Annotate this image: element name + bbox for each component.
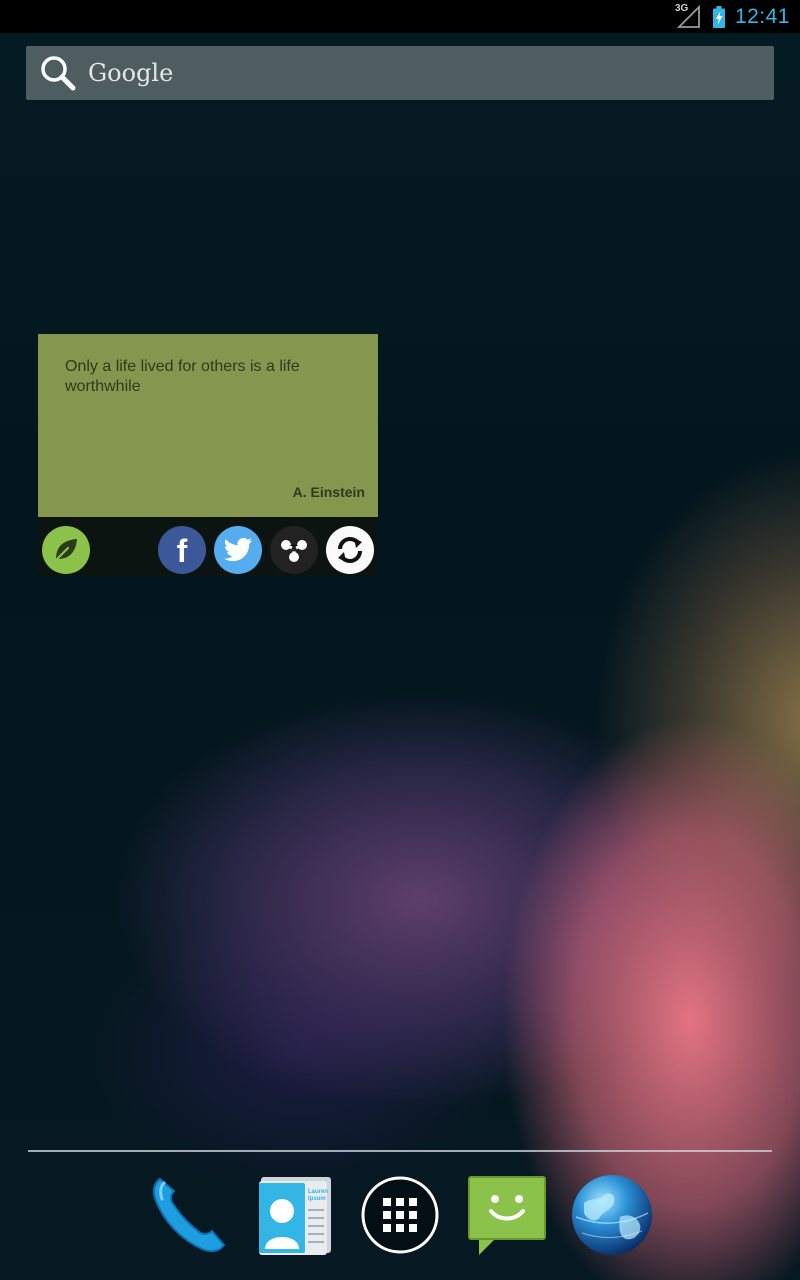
- network-type-label: 3G: [674, 3, 689, 14]
- contacts-icon[interactable]: Lauren Ipsum: [250, 1172, 336, 1258]
- quote-author: A. Einstein: [292, 484, 365, 500]
- facebook-icon[interactable]: f: [158, 526, 206, 574]
- quote-card[interactable]: Only a life lived for others is a life w…: [38, 334, 378, 517]
- battery-charging-icon: [712, 6, 725, 28]
- wallpaper: [0, 0, 800, 1280]
- app-drawer-icon[interactable]: [357, 1172, 443, 1258]
- leaf-icon[interactable]: [42, 526, 90, 574]
- share-icon[interactable]: [270, 526, 318, 574]
- svg-text:Lauren: Lauren: [308, 1189, 328, 1195]
- quote-widget[interactable]: Only a life lived for others is a life w…: [38, 334, 378, 576]
- search-icon[interactable]: [38, 53, 78, 93]
- messaging-icon[interactable]: [463, 1172, 549, 1258]
- widget-action-bar: f: [38, 517, 378, 576]
- twitter-icon[interactable]: [214, 526, 262, 574]
- svg-text:Ipsum: Ipsum: [308, 1196, 326, 1202]
- phone-icon[interactable]: [145, 1172, 231, 1258]
- signal-icon: 3G: [674, 3, 703, 29]
- globe-icon[interactable]: [569, 1172, 655, 1258]
- quote-text: Only a life lived for others is a life w…: [65, 358, 300, 395]
- search-placeholder[interactable]: Google: [88, 59, 173, 87]
- refresh-icon[interactable]: [326, 526, 374, 574]
- search-bar[interactable]: Google: [26, 46, 774, 100]
- clock: 12:41: [734, 5, 790, 28]
- dock-divider: [28, 1150, 772, 1152]
- status-bar: 3G 12:41: [0, 0, 800, 33]
